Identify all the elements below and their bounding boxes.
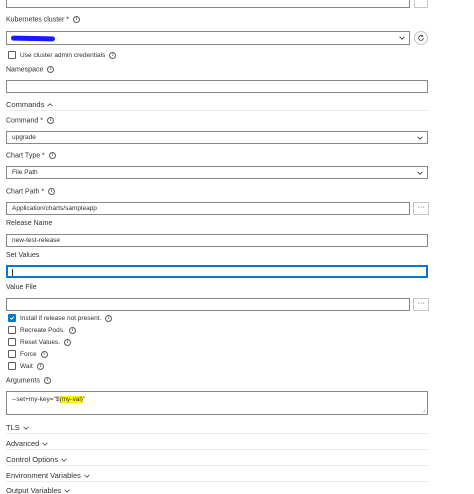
chart-path-label: Chart Path * [6, 188, 45, 196]
chart-type-label: Chart Type * [6, 152, 45, 160]
use-admin-credentials-row[interactable]: Use cluster admin credentials i [8, 51, 117, 59]
chart-type-select[interactable]: File Path [6, 166, 428, 179]
divider [6, 433, 428, 434]
info-icon[interactable]: i [68, 326, 76, 334]
divider [6, 449, 428, 450]
arguments-prefix: --set+my-key="$ [12, 396, 60, 403]
arguments-textarea[interactable]: --set+my-key="$(my-val)" [6, 391, 428, 415]
chart-path-input[interactable]: Application/charts/sampleapp [6, 202, 410, 215]
use-admin-credentials-checkbox[interactable] [8, 51, 16, 59]
refresh-button[interactable] [414, 31, 428, 45]
environment-variables-section-header[interactable]: Environment Variables [6, 471, 90, 480]
advanced-section-header[interactable]: Advanced [6, 439, 49, 448]
info-icon[interactable]: i [40, 350, 48, 358]
reset-option-row[interactable]: Reset Values. i [8, 338, 71, 346]
info-icon[interactable]: i [63, 338, 71, 346]
namespace-label-row: Namespace i [6, 66, 55, 74]
value-file-browse-button[interactable]: ··· [413, 298, 429, 311]
chart-path-label-row: Chart Path * i [6, 188, 56, 196]
previous-field-button[interactable] [414, 0, 428, 8]
arguments-suffix: " [82, 396, 86, 403]
reset-checkbox[interactable] [8, 338, 16, 346]
previous-field[interactable] [6, 0, 410, 8]
command-label-row: Command * i [6, 117, 54, 124]
divider [6, 110, 428, 111]
chevron-down-icon [399, 36, 405, 40]
force-option-row[interactable]: Force i [8, 350, 48, 358]
install-option-row[interactable]: Install if release not present. i [8, 314, 113, 322]
value-file-label: Value File [6, 284, 37, 291]
chevron-down-icon [23, 426, 29, 430]
arguments-label-row: Arguments i [6, 377, 51, 384]
text-cursor [12, 269, 13, 276]
redacted-cluster-value [10, 35, 56, 42]
chevron-down-icon [84, 474, 90, 478]
arguments-label: Arguments [6, 377, 40, 385]
release-name-input[interactable]: new-test-release [6, 234, 428, 247]
advanced-section-label: Advanced [6, 439, 40, 448]
install-checkbox[interactable] [8, 314, 16, 322]
info-icon[interactable]: i [47, 66, 55, 73]
arguments-highlight: (my-val) [59, 396, 83, 403]
arguments-value: --set+my-key="$(my-val)" [7, 392, 427, 407]
use-admin-credentials-label: Use cluster admin credentials [20, 51, 106, 59]
commands-section-label: Commands [6, 100, 45, 109]
chart-path-value: Application/charts/sampleapp [12, 205, 97, 212]
info-icon[interactable]: i [36, 362, 44, 370]
chevron-down-icon [64, 489, 70, 493]
tls-section-header[interactable]: TLS [6, 423, 29, 432]
set-values-label: Set Values [6, 252, 40, 259]
command-select[interactable]: upgrade [6, 131, 428, 144]
divider [6, 481, 428, 482]
install-label: Install if release not present. [20, 314, 102, 322]
info-icon[interactable]: i [73, 16, 81, 23]
refresh-icon [418, 34, 424, 41]
namespace-input[interactable] [6, 80, 428, 93]
output-variables-section-label: Output Variables [6, 486, 62, 494]
info-icon[interactable]: i [46, 117, 54, 124]
chevron-down-icon [61, 458, 67, 462]
wait-option-row[interactable]: Wait i [8, 362, 44, 370]
info-icon[interactable]: i [48, 152, 56, 159]
resize-grip-icon[interactable] [421, 408, 426, 413]
command-value: upgrade [12, 134, 36, 141]
recreate-checkbox[interactable] [8, 326, 16, 334]
wait-checkbox[interactable] [8, 362, 16, 370]
info-icon[interactable]: i [109, 51, 117, 59]
environment-variables-section-label: Environment Variables [6, 471, 81, 480]
wait-label: Wait [20, 362, 33, 370]
chevron-up-icon [47, 103, 54, 107]
chevron-down-icon [42, 442, 49, 446]
chevron-down-icon [417, 136, 423, 140]
reset-label: Reset Values. [20, 338, 60, 346]
checkmark-icon [9, 316, 15, 320]
value-file-input[interactable] [6, 298, 410, 311]
set-values-input[interactable] [6, 265, 428, 278]
control-options-section-label: Control Options [6, 455, 59, 464]
commands-section-header[interactable]: Commands [6, 100, 54, 109]
kubernetes-cluster-label-row: Kubernetes cluster * i [6, 16, 81, 24]
force-label: Force [20, 350, 37, 358]
command-label: Command * [6, 117, 43, 125]
namespace-label: Namespace [6, 66, 44, 74]
kubernetes-cluster-select[interactable] [6, 31, 410, 45]
recreate-option-row[interactable]: Recreate Pods. i [8, 326, 76, 334]
chart-type-value: File Path [12, 169, 38, 176]
kubernetes-cluster-label: Kubernetes cluster * [6, 16, 70, 24]
release-name-label: Release Name [6, 220, 53, 227]
control-options-section-header[interactable]: Control Options [6, 455, 67, 464]
release-name-value: new-test-release [12, 237, 61, 244]
chart-path-browse-button[interactable]: ··· [413, 202, 429, 215]
output-variables-section-header[interactable]: Output Variables [6, 486, 70, 494]
chevron-down-icon [417, 171, 423, 175]
force-checkbox[interactable] [8, 350, 16, 358]
tls-section-label: TLS [6, 423, 20, 432]
info-icon[interactable]: i [105, 314, 113, 322]
recreate-label: Recreate Pods. [20, 326, 65, 334]
chart-type-label-row: Chart Type * i [6, 152, 56, 159]
divider [6, 465, 428, 466]
info-icon[interactable]: i [48, 188, 56, 195]
info-icon[interactable]: i [43, 377, 51, 384]
